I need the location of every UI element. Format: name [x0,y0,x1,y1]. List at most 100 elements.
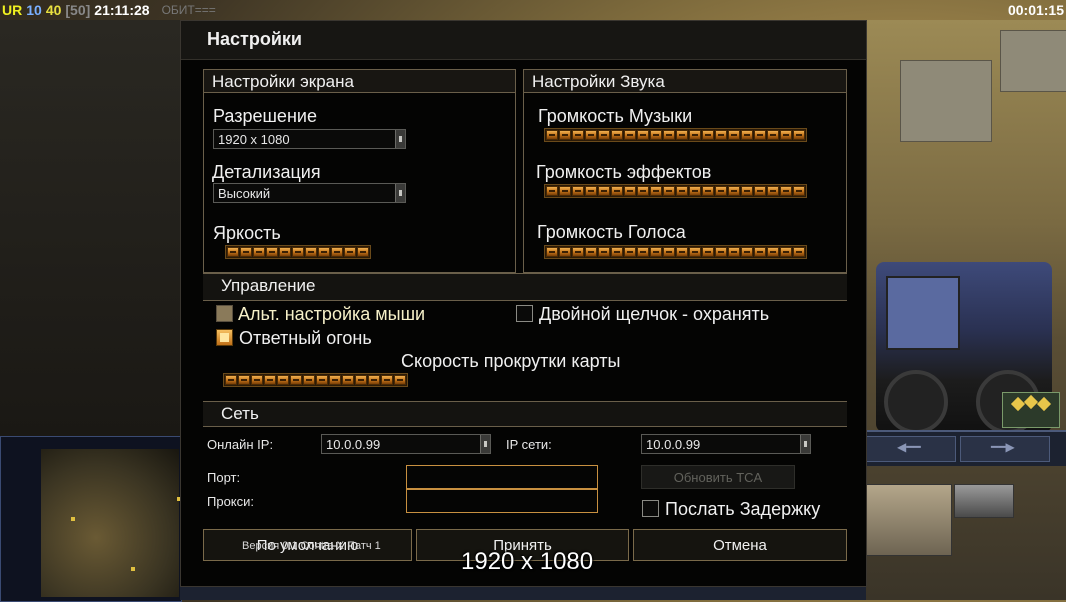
slider-segment[interactable] [728,247,740,257]
lan-ip-dropdown[interactable]: 10.0.0.99 [641,434,811,454]
slider-segment[interactable] [702,186,714,196]
slider-segment[interactable] [624,247,636,257]
slider-segment[interactable] [702,130,714,140]
slider-segment[interactable] [598,247,610,257]
dropdown-arrow-icon[interactable] [395,184,405,202]
slider-segment[interactable] [253,247,265,257]
slider-segment[interactable] [689,186,701,196]
slider-segment[interactable] [728,186,740,196]
return-fire-checkbox[interactable] [216,329,233,346]
dropdown-arrow-icon[interactable] [800,435,810,453]
slider-segment[interactable] [611,247,623,257]
dropdown-arrow-icon[interactable] [395,130,405,148]
slider-segment[interactable] [394,375,406,385]
slider-segment[interactable] [240,247,252,257]
slider-segment[interactable] [598,130,610,140]
slider-segment[interactable] [624,186,636,196]
send-delay-checkbox[interactable] [642,500,659,517]
slider-segment[interactable] [767,130,779,140]
slider-segment[interactable] [754,247,766,257]
resolution-dropdown[interactable]: 1920 x 1080 [213,129,406,149]
slider-segment[interactable] [357,247,369,257]
command-tab-button[interactable]: ━━▶ [960,436,1050,462]
slider-segment[interactable] [754,130,766,140]
slider-segment[interactable] [292,247,304,257]
slider-segment[interactable] [780,130,792,140]
music-volume-slider[interactable] [544,128,807,142]
slider-segment[interactable] [689,130,701,140]
slider-segment[interactable] [780,186,792,196]
double-click-guard-label[interactable]: Двойной щелчок - охранять [539,304,769,325]
slider-segment[interactable] [279,247,291,257]
port-input[interactable] [406,465,598,489]
slider-segment[interactable] [663,130,675,140]
slider-segment[interactable] [585,186,597,196]
slider-segment[interactable] [238,375,250,385]
slider-segment[interactable] [342,375,354,385]
slider-segment[interactable] [559,247,571,257]
slider-segment[interactable] [572,247,584,257]
slider-segment[interactable] [754,186,766,196]
slider-segment[interactable] [702,247,714,257]
slider-segment[interactable] [793,247,805,257]
slider-segment[interactable] [572,130,584,140]
scroll-speed-slider[interactable] [223,373,408,387]
tank-portrait-icon[interactable] [954,484,1014,518]
slider-segment[interactable] [559,186,571,196]
dropdown-arrow-icon[interactable] [480,435,490,453]
brightness-slider[interactable] [225,245,371,259]
slider-segment[interactable] [741,130,753,140]
slider-segment[interactable] [316,375,328,385]
slider-segment[interactable] [676,247,688,257]
slider-segment[interactable] [572,186,584,196]
slider-segment[interactable] [650,247,662,257]
cancel-button[interactable]: Отмена [633,529,847,561]
slider-segment[interactable] [650,186,662,196]
slider-segment[interactable] [381,375,393,385]
slider-segment[interactable] [611,130,623,140]
slider-segment[interactable] [663,186,675,196]
alt-mouse-checkbox[interactable] [216,305,233,322]
slider-segment[interactable] [290,375,302,385]
online-ip-dropdown[interactable]: 10.0.0.99 [321,434,491,454]
alt-mouse-label[interactable]: Альт. настройка мыши [238,304,425,325]
slider-segment[interactable] [225,375,237,385]
minimap[interactable] [0,436,182,602]
slider-segment[interactable] [715,186,727,196]
double-click-guard-checkbox[interactable] [516,305,533,322]
slider-segment[interactable] [277,375,289,385]
bulldozer-portrait-icon[interactable] [866,484,952,556]
send-delay-label[interactable]: Послать Задержку [665,499,820,520]
update-tca-button[interactable]: Обновить TCA [641,465,795,489]
slider-segment[interactable] [598,186,610,196]
slider-segment[interactable] [715,130,727,140]
slider-segment[interactable] [546,130,558,140]
slider-segment[interactable] [715,247,727,257]
slider-segment[interactable] [329,375,341,385]
slider-segment[interactable] [305,247,317,257]
effects-volume-slider[interactable] [544,184,807,198]
proxy-input[interactable] [406,489,598,513]
slider-segment[interactable] [793,130,805,140]
slider-segment[interactable] [251,375,263,385]
slider-segment[interactable] [637,247,649,257]
slider-segment[interactable] [793,186,805,196]
slider-segment[interactable] [728,130,740,140]
slider-segment[interactable] [355,375,367,385]
slider-segment[interactable] [676,186,688,196]
slider-segment[interactable] [637,186,649,196]
slider-segment[interactable] [741,186,753,196]
slider-segment[interactable] [318,247,330,257]
slider-segment[interactable] [331,247,343,257]
slider-segment[interactable] [611,186,623,196]
slider-segment[interactable] [676,130,688,140]
slider-segment[interactable] [266,247,278,257]
slider-segment[interactable] [767,247,779,257]
slider-segment[interactable] [741,247,753,257]
slider-segment[interactable] [227,247,239,257]
detail-dropdown[interactable]: Высокий [213,183,406,203]
slider-segment[interactable] [767,186,779,196]
slider-segment[interactable] [585,130,597,140]
slider-segment[interactable] [264,375,276,385]
slider-segment[interactable] [780,247,792,257]
